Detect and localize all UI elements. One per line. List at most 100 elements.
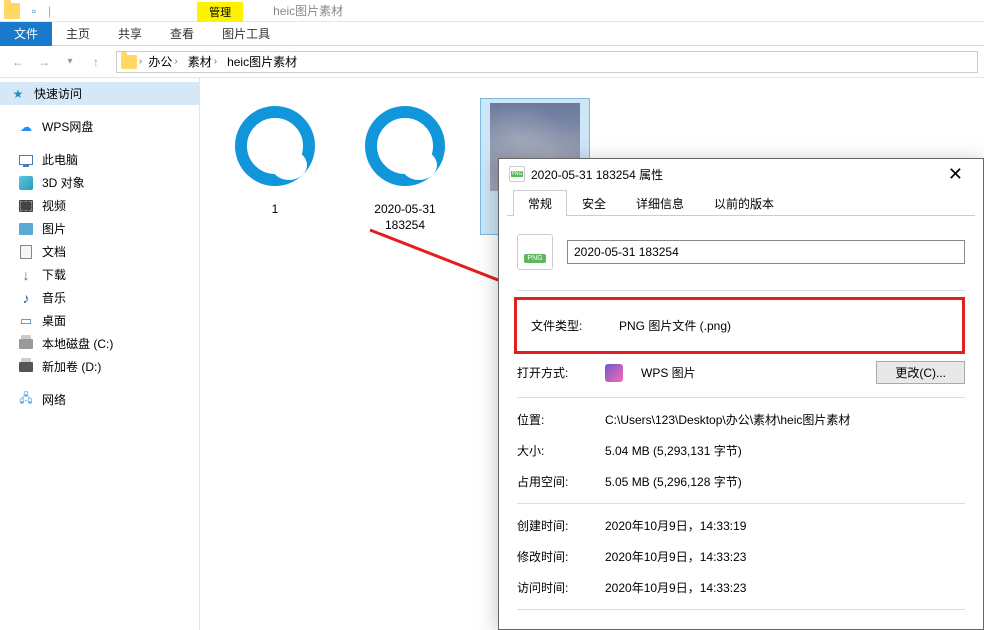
sidebar-item-network[interactable]: 🖧 网络 xyxy=(0,388,199,411)
window-titlebar: ▫ | 管理 heic图片素材 xyxy=(0,0,984,22)
highlight-box: 文件类型: PNG 图片文件 (.png) xyxy=(514,297,965,354)
forward-button[interactable]: → xyxy=(32,50,56,74)
sidebar: ★ 快速访问 ☁ WPS网盘 此电脑 3D 对象 视频 xyxy=(0,78,200,630)
sidebar-item-label: 快速访问 xyxy=(34,85,82,102)
star-icon: ★ xyxy=(10,86,26,102)
sidebar-item-label: 音乐 xyxy=(42,289,66,306)
sidebar-item-wps[interactable]: ☁ WPS网盘 xyxy=(0,115,199,138)
file-item[interactable]: 2020-05-31183254 xyxy=(350,98,460,237)
folder-icon xyxy=(4,3,20,19)
manage-tab[interactable]: 管理 xyxy=(197,2,243,22)
sidebar-item-label: 此电脑 xyxy=(42,151,78,168)
properties-dialog: PNG 2020-05-31 183254 属性 ✕ 常规 安全 详细信息 以前… xyxy=(498,158,984,630)
drive-icon xyxy=(18,336,34,352)
prop-label: 占用空间: xyxy=(517,473,587,490)
png-file-icon: PNG xyxy=(509,166,525,182)
pc-icon xyxy=(18,152,34,168)
sidebar-item-label: 下载 xyxy=(42,266,66,283)
ribbon-bar: 文件 主页 共享 查看 图片工具 xyxy=(0,22,984,46)
network-icon: 🖧 xyxy=(18,392,34,408)
cloud-icon: ☁ xyxy=(18,119,34,135)
dialog-titlebar[interactable]: PNG 2020-05-31 183254 属性 ✕ xyxy=(499,159,983,189)
window-title: heic图片素材 xyxy=(273,2,343,19)
prop-label: 打开方式: xyxy=(517,364,587,381)
chevron-right-icon: › xyxy=(214,56,217,67)
recent-dropdown[interactable]: ▾ xyxy=(58,50,82,74)
video-icon xyxy=(18,198,34,214)
change-button[interactable]: 更改(C)... xyxy=(876,361,965,384)
sidebar-item-desk[interactable]: ▭ 桌面 xyxy=(0,309,199,332)
file-name: 2020-05-31183254 xyxy=(354,202,456,233)
download-icon: ↓ xyxy=(18,267,34,283)
sidebar-item-drive-c[interactable]: 本地磁盘 (C:) xyxy=(0,332,199,355)
ribbon-tab-share[interactable]: 共享 xyxy=(104,21,156,46)
file-menu[interactable]: 文件 xyxy=(0,22,52,46)
tab-security[interactable]: 安全 xyxy=(567,190,621,216)
prop-value-size: 5.04 MB (5,293,131 字节) xyxy=(605,442,965,459)
folder-icon xyxy=(121,55,137,69)
sidebar-item-dl[interactable]: ↓ 下载 xyxy=(0,263,199,286)
breadcrumb-label: heic图片素材 xyxy=(227,53,297,70)
chevron-right-icon: › xyxy=(174,56,177,67)
overlay-icon: ▫ xyxy=(26,3,42,19)
breadcrumb-label: 办公 xyxy=(148,53,172,70)
file-thumbnail xyxy=(360,106,450,196)
back-button[interactable]: ← xyxy=(6,50,30,74)
dialog-tabs: 常规 安全 详细信息 以前的版本 xyxy=(507,189,975,216)
cube-icon xyxy=(18,175,34,191)
filename-input[interactable] xyxy=(567,240,965,264)
sidebar-item-pc[interactable]: 此电脑 xyxy=(0,148,199,171)
sidebar-item-music[interactable]: ♪ 音乐 xyxy=(0,286,199,309)
prop-label: 创建时间: xyxy=(517,517,587,534)
music-icon: ♪ xyxy=(18,290,34,306)
chevron-right-icon: › xyxy=(139,56,142,67)
breadcrumb-seg[interactable]: 素材› xyxy=(184,53,221,70)
sidebar-item-quick[interactable]: ★ 快速访问 xyxy=(0,82,199,105)
tab-previous[interactable]: 以前的版本 xyxy=(699,190,789,216)
ribbon-tab-home[interactable]: 主页 xyxy=(52,21,104,46)
desktop-icon: ▭ xyxy=(18,313,34,329)
sidebar-item-label: 图片 xyxy=(42,220,66,237)
navigation-bar: ← → ▾ ↑ › 办公› 素材› heic图片素材 xyxy=(0,46,984,78)
sidebar-item-label: 视频 xyxy=(42,197,66,214)
breadcrumb-seg[interactable]: 办公› xyxy=(144,53,181,70)
wps-icon xyxy=(605,364,623,382)
dialog-body: PNG 文件类型: PNG 图片文件 (.png) 打开方式: WPS 图片 更… xyxy=(499,216,983,626)
sidebar-item-label: 本地磁盘 (C:) xyxy=(42,335,113,352)
prop-value-type: PNG 图片文件 (.png) xyxy=(619,317,948,334)
prop-value-openwith: WPS 图片 xyxy=(641,364,858,381)
ribbon-tab-view[interactable]: 查看 xyxy=(156,21,208,46)
sidebar-item-label: 新加卷 (D:) xyxy=(42,358,101,375)
prop-label: 文件类型: xyxy=(531,317,601,334)
up-button[interactable]: ↑ xyxy=(84,50,108,74)
sidebar-item-label: 文档 xyxy=(42,243,66,260)
png-file-icon: PNG xyxy=(517,234,553,270)
prop-value-modified: 2020年10月9日，14:33:23 xyxy=(605,548,965,565)
breadcrumb-seg[interactable]: heic图片素材 xyxy=(223,53,301,70)
dialog-title: 2020-05-31 183254 属性 xyxy=(531,166,663,183)
sidebar-item-video[interactable]: 视频 xyxy=(0,194,199,217)
tab-general[interactable]: 常规 xyxy=(513,190,567,216)
file-thumbnail xyxy=(230,106,320,196)
drive-icon xyxy=(18,359,34,375)
sidebar-item-label: 网络 xyxy=(42,391,66,408)
file-name: 1 xyxy=(224,202,326,218)
prop-value-accessed: 2020年10月9日，14:33:23 xyxy=(605,579,965,596)
file-item[interactable]: 1 xyxy=(220,98,330,222)
prop-value-disksize: 5.05 MB (5,296,128 字节) xyxy=(605,473,965,490)
prop-label: 修改时间: xyxy=(517,548,587,565)
close-button[interactable]: ✕ xyxy=(938,164,973,185)
sidebar-item-label: 桌面 xyxy=(42,312,66,329)
tab-details[interactable]: 详细信息 xyxy=(621,190,699,216)
prop-label: 访问时间: xyxy=(517,579,587,596)
prop-label: 位置: xyxy=(517,411,587,428)
sidebar-item-3d[interactable]: 3D 对象 xyxy=(0,171,199,194)
ribbon-tab-pictools[interactable]: 图片工具 xyxy=(208,21,284,46)
sidebar-item-drive-d[interactable]: 新加卷 (D:) xyxy=(0,355,199,378)
sidebar-item-doc[interactable]: 文档 xyxy=(0,240,199,263)
sidebar-item-pic[interactable]: 图片 xyxy=(0,217,199,240)
prop-value-created: 2020年10月9日，14:33:19 xyxy=(605,517,965,534)
address-bar[interactable]: › 办公› 素材› heic图片素材 xyxy=(116,51,978,73)
breadcrumb-label: 素材 xyxy=(188,53,212,70)
sidebar-item-label: WPS网盘 xyxy=(42,118,93,135)
